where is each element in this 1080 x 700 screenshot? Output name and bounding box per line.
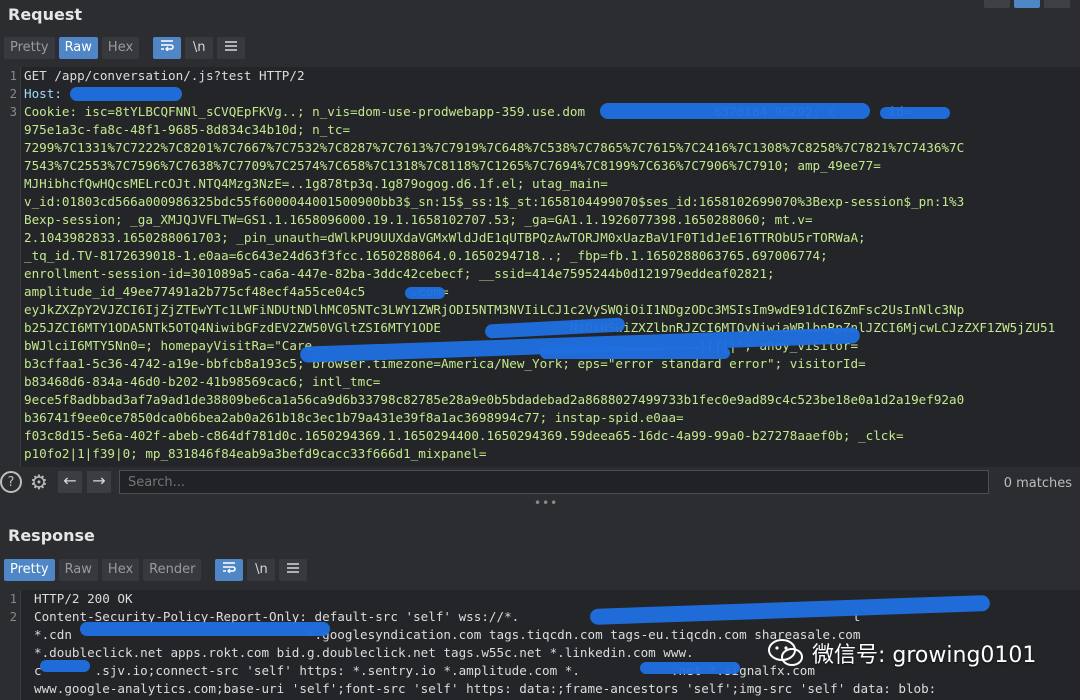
panel-splitter[interactable]: ••• — [534, 496, 558, 510]
request-tab-raw[interactable]: Raw — [58, 37, 98, 59]
request-line: 975e1a3c-fa8c-48f1-9685-8d834c34b10d; n_… — [24, 122, 351, 137]
forward-arrow-icon[interactable]: → — [87, 471, 111, 493]
request-line: b36741f9ee0ce7850dca0b6bea2ab0a261b18c3e… — [24, 410, 684, 425]
request-tab-hex[interactable]: Hex — [101, 37, 140, 59]
redaction-mark — [40, 660, 90, 672]
menu-icon[interactable] — [279, 559, 308, 581]
request-toolbar: Pretty Raw Hex \n — [4, 37, 246, 59]
wrap-icon[interactable] — [215, 559, 244, 581]
request-line: eyJkZXZpY2VJZCI6IjZjZTEwYTc1LWFiNDUtNDlh… — [24, 302, 965, 317]
settings-icon[interactable]: ⚙ — [28, 471, 50, 493]
layout-vertical-button[interactable] — [1014, 0, 1040, 8]
request-line: 7299%7C1331%7C7222%7C8201%7C7667%7C7532%… — [24, 140, 965, 155]
request-tab-pretty[interactable]: Pretty — [4, 37, 55, 59]
response-title: Response — [8, 526, 95, 545]
response-gutter: 1 2 — [0, 590, 21, 700]
back-arrow-icon[interactable]: ← — [58, 471, 82, 493]
response-tab-raw[interactable]: Raw — [58, 559, 98, 581]
redaction-mark — [540, 347, 730, 359]
redaction-mark — [80, 622, 330, 636]
request-title: Request — [8, 5, 83, 24]
request-line: 9ece5f8adbbad3af7a9ad1de38809be6ca1a56ca… — [24, 392, 965, 407]
request-line: _tq_id.TV-8172639018-1.e0aa=6c643e24d63f… — [24, 248, 828, 263]
request-line: GET /app/conversation/.js?test HTTP/2 — [24, 68, 305, 83]
request-line: enrollment-session-id=301089a5-ca6a-447e… — [24, 266, 775, 281]
request-line: Bexp-session; _ga_XMJQJVFLTW=GS1.1.16580… — [24, 212, 813, 227]
wechat-icon — [768, 638, 804, 668]
request-line: b83468d6-834a-46d0-b202-41b98569cac6; in… — [24, 374, 381, 389]
request-code: GET /app/conversation/.js?test HTTP/2 Ho… — [24, 67, 1074, 463]
redaction-mark — [880, 107, 950, 119]
watermark-text: 微信号: growing0101 — [812, 643, 1037, 668]
request-line: v_id:01803cd566a000986325bdc55f600004400… — [24, 194, 965, 209]
request-line: MJHibhcfQwHQcsMELrcOJt.NTQ4Mzg3NzE=..1g8… — [24, 176, 608, 191]
layout-single-button[interactable] — [1044, 0, 1070, 8]
newline-icon[interactable]: \n — [247, 559, 276, 581]
match-count: 0 matches — [1003, 476, 1072, 491]
request-line: 7543%7C2553%7C7596%7C7638%7C7709%7C2574%… — [24, 158, 881, 173]
newline-icon[interactable]: \n — [185, 37, 214, 59]
redaction-mark — [405, 287, 445, 299]
wrap-icon[interactable] — [153, 37, 182, 59]
request-gutter: 1 2 3 — [0, 67, 21, 467]
response-tab-hex[interactable]: Hex — [101, 559, 140, 581]
request-line: 2.1043982833.1650288061703; _pin_unauth=… — [24, 230, 866, 245]
search-bar: ? ⚙ ← → 0 matches — [0, 468, 1080, 498]
help-icon[interactable]: ? — [0, 471, 22, 493]
response-line: www.google-analytics.com;base-uri 'self'… — [34, 681, 937, 696]
search-input[interactable] — [119, 470, 989, 494]
redaction-mark — [640, 662, 740, 674]
request-line: amplitude_id_49ee77491a2b775cf48ecf4a55c… — [24, 284, 449, 299]
response-tab-pretty[interactable]: Pretty — [4, 559, 55, 581]
request-line: f03c8d15-5e6a-402f-abeb-c864df781d0c.165… — [24, 428, 904, 443]
menu-icon[interactable] — [217, 37, 246, 59]
watermark: 微信号: growing0101 — [768, 637, 1036, 669]
response-tab-render[interactable]: Render — [143, 559, 202, 581]
layout-split-button[interactable] — [984, 0, 1010, 8]
redaction-mark — [600, 103, 870, 119]
request-editor[interactable]: 1 2 3 GET /app/conversation/.js?test HTT… — [0, 67, 1080, 467]
response-toolbar: Pretty Raw Hex Render \n — [4, 559, 308, 581]
request-line: p10fo2|1|f39|0; mp_831846f84eab9a3befd9c… — [24, 446, 487, 461]
redaction-mark — [70, 87, 182, 101]
